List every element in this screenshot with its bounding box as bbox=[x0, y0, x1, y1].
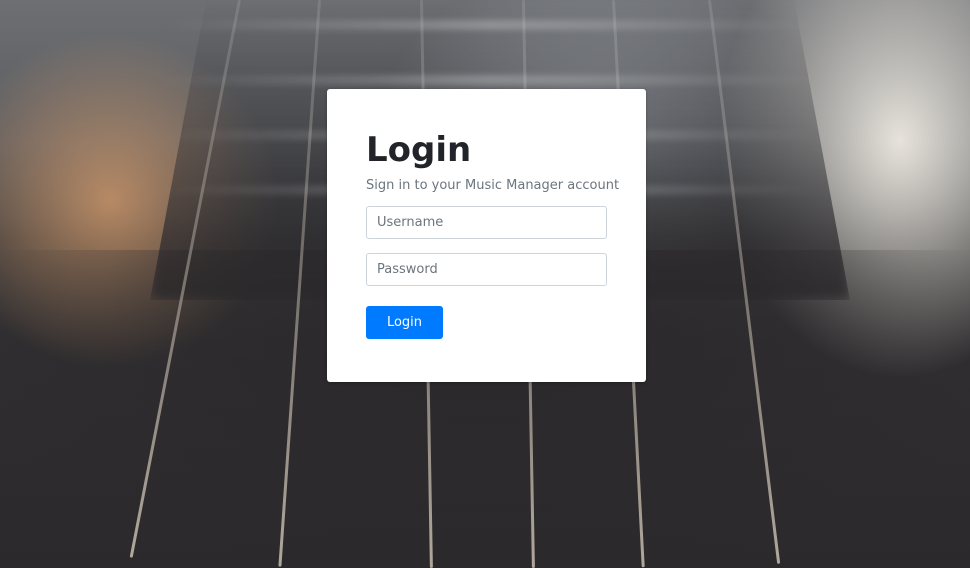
username-input[interactable] bbox=[366, 206, 607, 239]
login-title: Login bbox=[366, 130, 472, 170]
login-subtitle: Sign in to your Music Manager account bbox=[366, 178, 620, 193]
guitar-fret bbox=[160, 20, 820, 30]
login-button[interactable]: Login bbox=[366, 306, 443, 339]
password-input[interactable] bbox=[366, 253, 607, 286]
login-card: Login Sign in to your Music Manager acco… bbox=[327, 89, 646, 382]
